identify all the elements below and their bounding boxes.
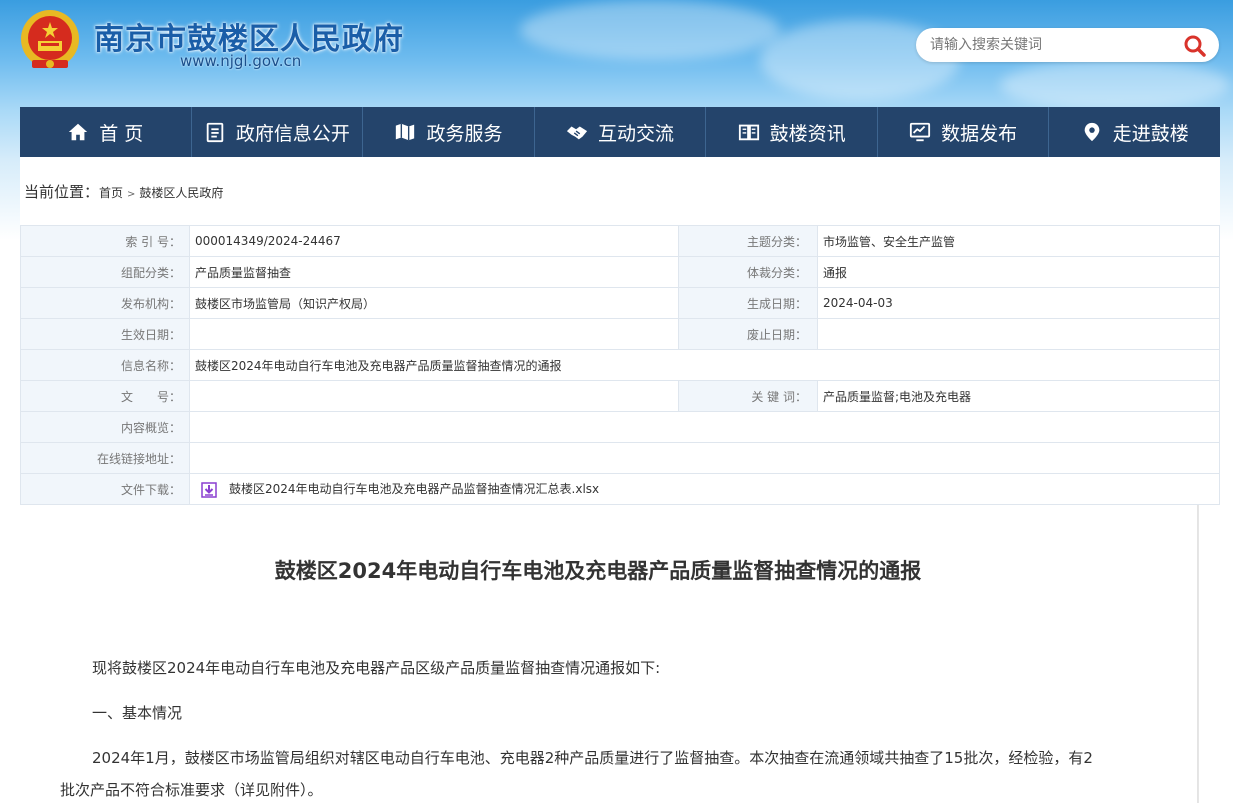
nav-item-label: 走进鼓楼 — [1112, 122, 1189, 145]
abolish-date-value — [817, 318, 1220, 350]
table-row: 信息名称： 鼓楼区2024年电动自行车电池及充电器产品质量监督抽查情况的通报 — [20, 349, 1220, 381]
nav-item-label: 政务服务 — [426, 122, 503, 145]
info-name-value: 鼓楼区2024年电动自行车电池及充电器产品质量监督抽查情况的通报 — [189, 349, 1220, 381]
table-row: 在线链接地址： — [20, 442, 1220, 474]
info-name-label: 信息名称： — [20, 349, 190, 381]
article-title: 鼓楼区2024年电动自行车电池及充电器产品质量监督抽查情况的通报 — [274, 559, 922, 583]
table-row: 文 号： 关 键 词： 产品质量监督;电池及充电器 — [20, 380, 1220, 412]
created-date-value: 2024-04-03 — [817, 287, 1220, 319]
breadcrumb: 当前位置：首页 > 鼓楼区人民政府 — [24, 181, 223, 202]
online-link-label: 在线链接地址： — [20, 442, 190, 474]
nav-item-gov-info[interactable]: 政府信息公开 — [192, 107, 364, 157]
nav-item-interaction[interactable]: 互动交流 — [535, 107, 707, 157]
publisher-value: 鼓楼区市场监管局（知识产权局） — [189, 287, 679, 319]
online-link-value — [189, 442, 1220, 474]
nav-item-about[interactable]: 走进鼓楼 — [1049, 107, 1220, 157]
download-icon[interactable] — [201, 482, 217, 498]
document-number-label: 文 号： — [20, 380, 190, 412]
nav-item-label: 鼓楼资讯 — [769, 122, 846, 145]
decorative-cloud — [1000, 60, 1230, 110]
map-icon — [396, 123, 415, 141]
book-icon — [738, 124, 759, 141]
group-label: 组配分类： — [20, 256, 190, 288]
breadcrumb-separator: > — [127, 189, 136, 200]
decorative-cloud — [520, 0, 780, 60]
article-section-heading: 一、基本情况 — [92, 704, 183, 722]
breadcrumb-link-government[interactable]: 鼓楼区人民政府 — [139, 186, 223, 200]
nav-item-label: 首 页 — [99, 122, 144, 145]
search-box — [916, 28, 1219, 62]
effective-date-label: 生效日期： — [20, 318, 190, 350]
topic-label: 主题分类： — [678, 225, 818, 257]
article-paragraph: 现将鼓楼区2024年电动自行车电池及充电器产品区级产品质量监督抽查情况通报如下: — [92, 659, 661, 677]
keywords-label: 关 键 词： — [678, 380, 818, 412]
search-icon[interactable] — [1183, 34, 1207, 58]
home-icon — [69, 123, 88, 141]
index-number-label: 索 引 号： — [20, 225, 190, 257]
abolish-date-label: 废止日期： — [678, 318, 818, 350]
metadata-table: 索 引 号： 000014349/2024-24467 主题分类： 市场监管、安… — [20, 225, 1220, 505]
index-number-value: 000014349/2024-24467 — [189, 225, 679, 257]
site-url[interactable]: www.njgl.gov.cn — [180, 52, 301, 70]
main-nav: 首 页 政府信息公开 政务服务 互动交流 鼓楼资讯 数据发布 走进鼓楼 — [20, 107, 1220, 157]
document-number-value — [189, 380, 679, 412]
nav-item-label: 互动交流 — [598, 122, 675, 145]
handshake-icon — [566, 126, 588, 140]
breadcrumb-label: 当前位置： — [24, 183, 100, 201]
main-content: 当前位置：首页 > 鼓楼区人民政府 索 引 号： 000014349/2024-24… — [20, 157, 1220, 803]
summary-value — [189, 411, 1220, 443]
genre-label: 体裁分类： — [678, 256, 818, 288]
effective-date-value — [189, 318, 679, 350]
download-file-link[interactable]: 鼓楼区2024年电动自行车电池及充电器产品监督抽查情况汇总表.xlsx — [229, 482, 599, 496]
nav-item-services[interactable]: 政务服务 — [363, 107, 535, 157]
topic-value: 市场监管、安全生产监管 — [817, 225, 1220, 257]
national-emblem-icon[interactable] — [18, 8, 82, 74]
table-row: 索 引 号： 000014349/2024-24467 主题分类： 市场监管、安… — [20, 225, 1220, 257]
chart-icon — [910, 122, 931, 142]
nav-item-data[interactable]: 数据发布 — [878, 107, 1050, 157]
article-body: 鼓楼区2024年电动自行车电池及充电器产品质量监督抽查情况的通报 现将鼓楼区20… — [20, 505, 1198, 803]
scrollbar[interactable] — [1198, 505, 1220, 803]
article-paragraph: 2024年1月，鼓楼区市场监管局组织对辖区电动自行车电池、充电器2种产品质量进行… — [60, 749, 1093, 799]
keywords-value: 产品质量监督;电池及充电器 — [817, 380, 1220, 412]
file-download-cell: 鼓楼区2024年电动自行车电池及充电器产品监督抽查情况汇总表.xlsx — [189, 473, 1220, 505]
nav-item-home[interactable]: 首 页 — [20, 107, 192, 157]
document-icon — [206, 122, 224, 143]
nav-item-news[interactable]: 鼓楼资讯 — [706, 107, 878, 157]
search-input[interactable] — [930, 35, 1180, 55]
genre-value: 通报 — [817, 256, 1220, 288]
publisher-label: 发布机构： — [20, 287, 190, 319]
table-row: 文件下载： 鼓楼区2024年电动自行车电池及充电器产品监督抽查情况汇总表.xls… — [20, 473, 1220, 505]
table-row: 发布机构： 鼓楼区市场监管局（知识产权局） 生成日期： 2024-04-03 — [20, 287, 1220, 319]
group-value: 产品质量监督抽查 — [189, 256, 679, 288]
location-icon — [1084, 122, 1100, 142]
nav-item-label: 数据发布 — [941, 122, 1018, 145]
file-download-label: 文件下载： — [20, 473, 190, 505]
table-row: 生效日期： 废止日期： — [20, 318, 1220, 350]
created-date-label: 生成日期： — [678, 287, 818, 319]
table-row: 内容概览： — [20, 411, 1220, 443]
breadcrumb-link-home[interactable]: 首页 — [99, 186, 123, 200]
summary-label: 内容概览： — [20, 411, 190, 443]
nav-item-label: 政府信息公开 — [235, 122, 350, 145]
table-row: 组配分类： 产品质量监督抽查 体裁分类： 通报 — [20, 256, 1220, 288]
site-header: 南京市鼓楼区人民政府 www.njgl.gov.cn — [0, 0, 1233, 110]
